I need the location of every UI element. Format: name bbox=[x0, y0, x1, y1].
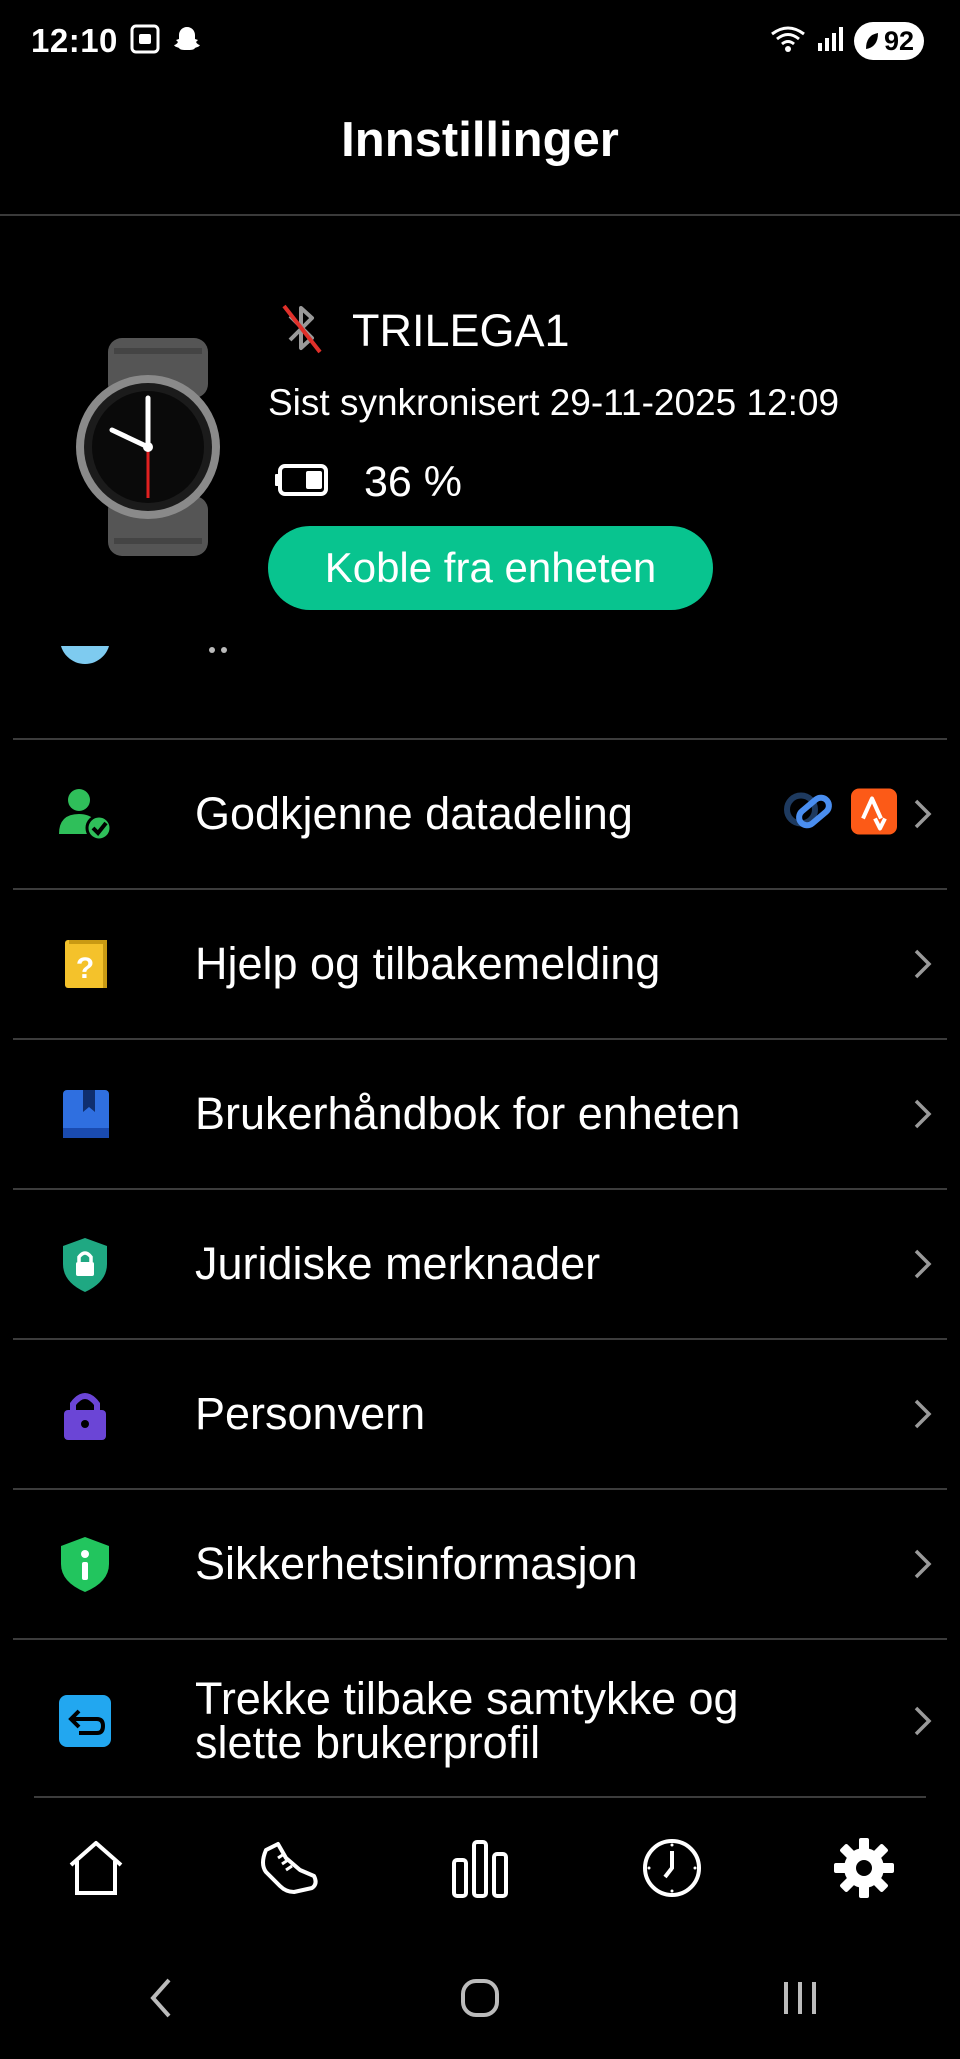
nav-activity[interactable] bbox=[192, 1800, 384, 1940]
leaf-icon bbox=[865, 33, 878, 49]
svg-text:?: ? bbox=[76, 952, 94, 985]
nav-home[interactable] bbox=[0, 1800, 192, 1940]
user-check-icon bbox=[55, 784, 115, 844]
battery-icon bbox=[274, 463, 330, 502]
nav-settings[interactable] bbox=[768, 1800, 960, 1940]
snapchat-icon bbox=[172, 24, 202, 59]
google-fit-icon bbox=[783, 790, 837, 839]
bottom-navigation bbox=[0, 1800, 960, 1940]
back-icon bbox=[145, 1976, 175, 2025]
chevron-right-icon bbox=[914, 949, 932, 979]
menu-item-label: Brukerhåndbok for enheten bbox=[195, 1088, 741, 1139]
device-battery-percent: 36 % bbox=[364, 458, 463, 506]
app-header: Innstillinger bbox=[0, 86, 960, 216]
menu-item-user-manual[interactable]: Brukerhåndbok for enheten bbox=[13, 1038, 947, 1188]
menu-item-label: Juridiske merknader bbox=[195, 1238, 601, 1289]
partial-icon bbox=[60, 646, 110, 664]
strava-icon bbox=[851, 788, 897, 840]
gear-icon bbox=[832, 1836, 896, 1905]
wifi-icon bbox=[770, 24, 806, 59]
page-title: Innstillinger bbox=[341, 113, 619, 167]
shoe-icon bbox=[256, 1836, 320, 1905]
device-name: TRILEGA1 bbox=[352, 304, 570, 356]
nav-history[interactable] bbox=[576, 1800, 768, 1940]
clock-icon bbox=[641, 1837, 703, 1904]
menu-item-help-feedback[interactable]: ? Hjelp og tilbakemelding bbox=[13, 888, 947, 1038]
chevron-right-icon bbox=[914, 1549, 932, 1579]
last-sync-text: Sist synkronisert 29-11-2025 12:09 bbox=[268, 382, 840, 423]
partial-text bbox=[209, 647, 227, 653]
battery-level: 92 bbox=[883, 25, 914, 56]
help-doc-icon: ? bbox=[55, 934, 115, 994]
recents-icon bbox=[780, 1978, 820, 2023]
bluetooth-disconnected-icon bbox=[280, 300, 324, 361]
menu-item-label: Personvern bbox=[195, 1388, 426, 1439]
chevron-right-icon bbox=[914, 1706, 932, 1736]
menu-item-label: Trekke tilbake samtykke og slette bruker… bbox=[195, 1676, 739, 1768]
status-icons-left bbox=[130, 24, 202, 59]
device-battery-row: 36 % bbox=[274, 458, 462, 507]
system-navigation bbox=[0, 1960, 960, 2040]
menu-item-label: Godkjenne datadeling bbox=[195, 788, 633, 839]
menu-item-withdraw-consent[interactable]: Trekke tilbake samtykke og slette bruker… bbox=[13, 1638, 947, 1802]
partner-badges bbox=[783, 788, 897, 840]
system-home-button[interactable] bbox=[320, 1960, 640, 2040]
settings-menu: Godkjenne datadeling ? Hjelp og tilbakem… bbox=[13, 738, 947, 1802]
home-icon bbox=[65, 1837, 127, 1904]
home-circle-icon bbox=[459, 1977, 501, 2024]
padlock-icon bbox=[55, 1384, 115, 1444]
screenshot-icon bbox=[130, 24, 160, 59]
chevron-right-icon bbox=[914, 1399, 932, 1429]
system-recents-button[interactable] bbox=[640, 1960, 960, 2040]
menu-item-safety-info[interactable]: Sikkerhetsinformasjon bbox=[13, 1488, 947, 1638]
bar-chart-icon bbox=[450, 1836, 510, 1905]
book-icon bbox=[55, 1084, 115, 1144]
menu-item-privacy[interactable]: Personvern bbox=[13, 1338, 947, 1488]
chevron-right-icon bbox=[914, 1249, 932, 1279]
device-card: TRILEGA1 Sist synkronisert 29-11-2025 12… bbox=[28, 262, 932, 632]
device-name-row: TRILEGA1 bbox=[280, 300, 570, 361]
partial-list-row bbox=[0, 646, 960, 738]
shield-info-icon bbox=[55, 1534, 115, 1594]
signal-icon bbox=[816, 25, 844, 58]
menu-item-label: Hjelp og tilbakemelding bbox=[195, 938, 661, 989]
chevron-right-icon bbox=[914, 1099, 932, 1129]
menu-item-label: Sikkerhetsinformasjon bbox=[195, 1538, 638, 1589]
status-bar: 12:10 92 bbox=[0, 0, 960, 86]
smartwatch-image bbox=[50, 338, 246, 556]
system-back-button[interactable] bbox=[0, 1960, 320, 2040]
chevron-right-icon bbox=[914, 799, 932, 829]
menu-item-legal-notices[interactable]: Juridiske merknader bbox=[13, 1188, 947, 1338]
return-arrow-icon bbox=[55, 1691, 115, 1751]
menu-item-label-line2: slette brukerprofil bbox=[195, 1717, 541, 1768]
menu-item-data-sharing[interactable]: Godkjenne datadeling bbox=[13, 738, 947, 888]
disconnect-device-button[interactable]: Koble fra enheten bbox=[268, 526, 713, 610]
shield-lock-icon bbox=[55, 1234, 115, 1294]
divider bbox=[34, 1796, 926, 1798]
status-time: 12:10 bbox=[31, 22, 118, 59]
status-icons-right: 92 bbox=[770, 22, 924, 60]
nav-statistics[interactable] bbox=[384, 1800, 576, 1940]
battery-indicator: 92 bbox=[853, 22, 924, 60]
